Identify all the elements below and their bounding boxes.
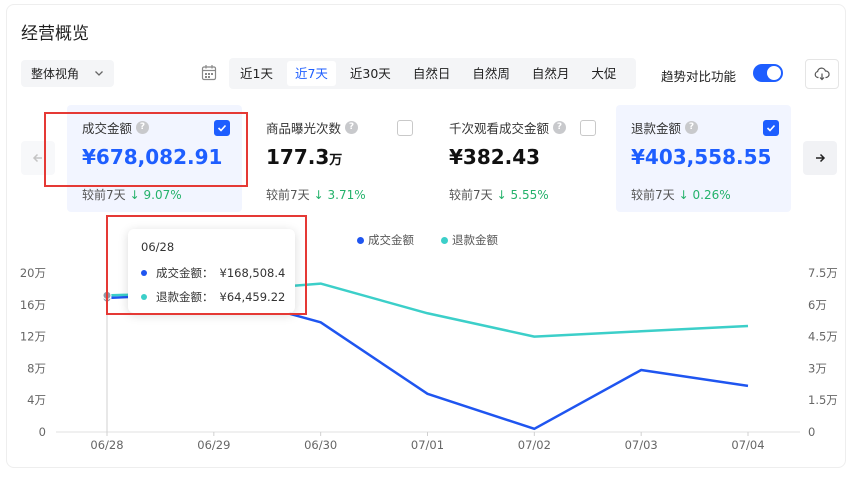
y-left-tick-label: 12万 bbox=[20, 330, 46, 344]
x-tick-label: 07/03 bbox=[625, 438, 658, 452]
y-right-tick-label: 0 bbox=[808, 425, 815, 439]
x-tick-label: 06/30 bbox=[304, 438, 337, 452]
y-left-tick-label: 8万 bbox=[27, 361, 46, 375]
annotation-box-tooltip bbox=[106, 215, 307, 315]
y-left-tick-label: 20万 bbox=[20, 266, 46, 280]
y-right-tick-label: 6万 bbox=[808, 298, 827, 312]
y-left-tick-label: 4万 bbox=[27, 393, 46, 407]
x-tick-label: 07/02 bbox=[518, 438, 551, 452]
y-right-tick-label: 3万 bbox=[808, 361, 827, 375]
y-left-tick-label: 0 bbox=[39, 425, 46, 439]
y-right-tick-label: 1.5万 bbox=[808, 393, 838, 407]
y-right-tick-label: 4.5万 bbox=[808, 330, 838, 344]
x-tick-label: 06/29 bbox=[197, 438, 230, 452]
y-right-tick-label: 7.5万 bbox=[808, 266, 838, 280]
x-tick-label: 07/04 bbox=[731, 438, 764, 452]
annotation-box-metric bbox=[44, 112, 248, 187]
y-left-tick-label: 16万 bbox=[20, 298, 46, 312]
x-tick-label: 06/28 bbox=[90, 438, 123, 452]
x-tick-label: 07/01 bbox=[411, 438, 444, 452]
